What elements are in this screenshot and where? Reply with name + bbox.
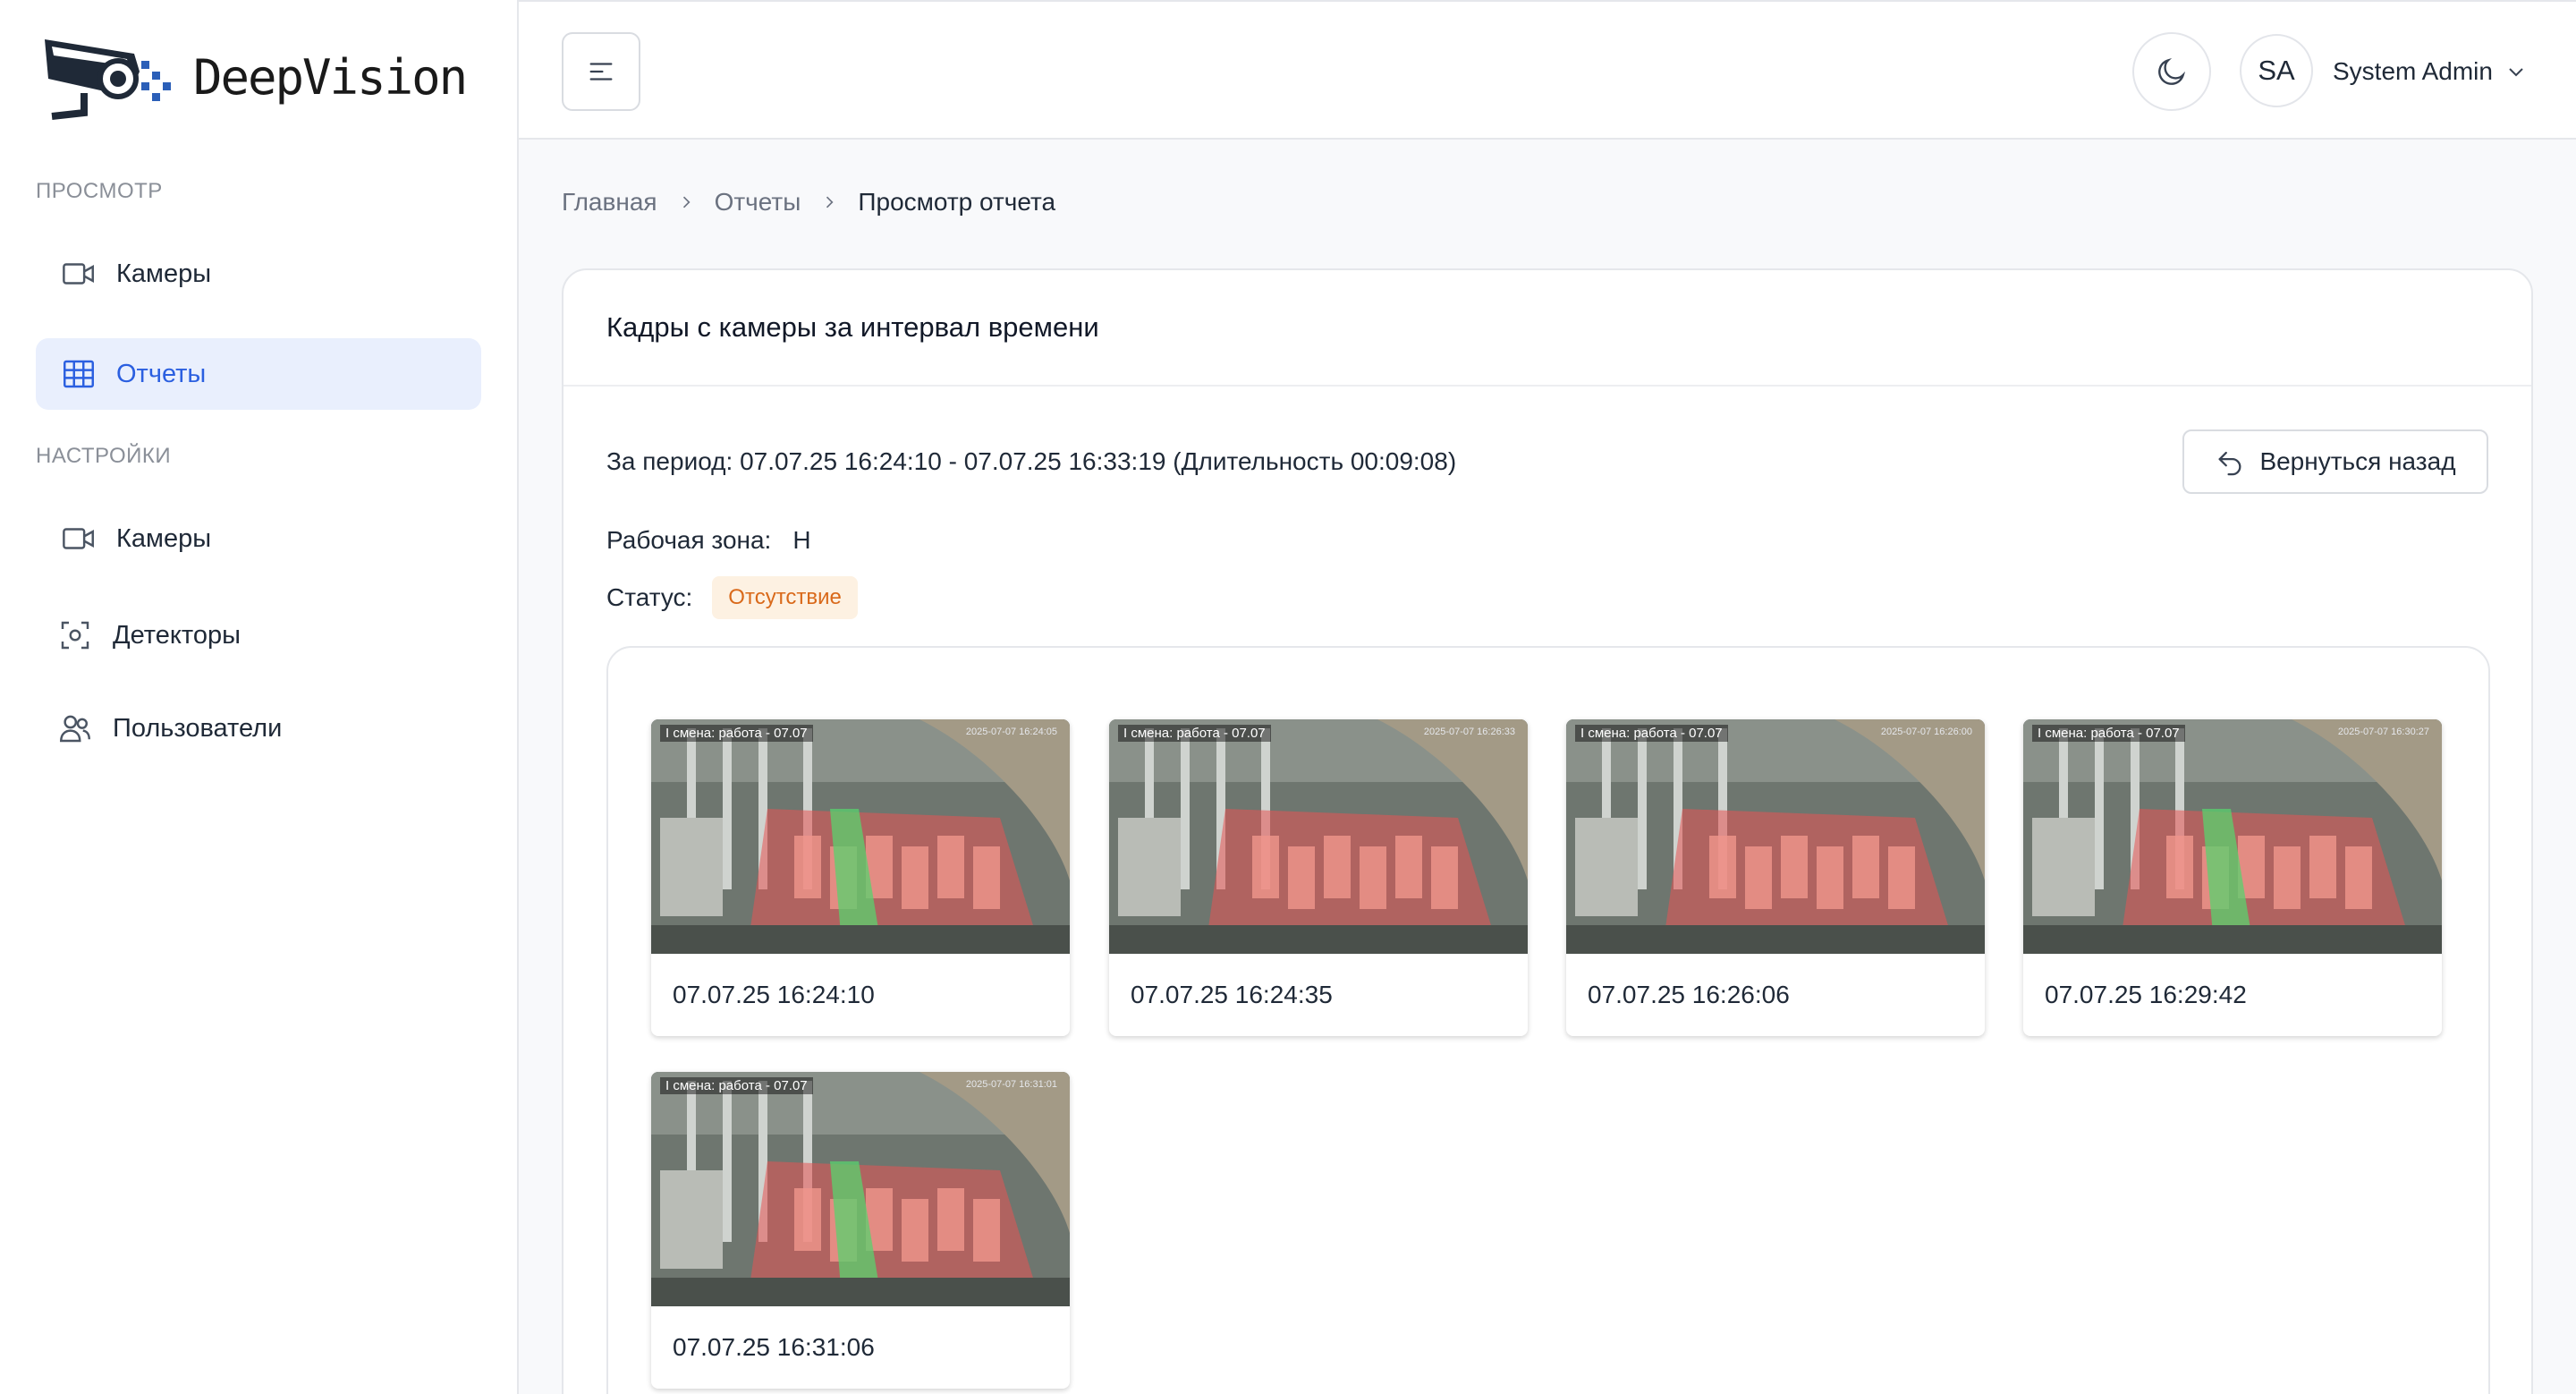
back-button-label: Вернуться назад — [2259, 447, 2456, 475]
frame-card[interactable]: I смена: работа - 07.07 2025-07-07 16:30… — [2023, 719, 2442, 1036]
work-zone-label: Рабочая зона: — [606, 526, 772, 554]
user-name: System Admin — [2333, 57, 2493, 85]
report-card: Кадры с камеры за интервал времени За пе… — [562, 268, 2533, 1394]
video-camera-icon — [59, 519, 98, 558]
moon-icon — [2158, 57, 2186, 85]
top-header: SA System Admin — [519, 0, 2576, 140]
breadcrumb-reports[interactable]: Отчеты — [715, 188, 801, 217]
status-label: Статус: — [606, 583, 693, 611]
video-camera-icon — [59, 254, 98, 293]
menu-icon — [589, 63, 613, 81]
report-period: За период: 07.07.25 16:24:10 - 07.07.25 … — [606, 447, 1457, 475]
sidebar-item-label: Детекторы — [113, 620, 241, 650]
sidebar-item-detectors[interactable]: Детекторы — [36, 599, 481, 671]
sidebar-item-label: Отчеты — [116, 359, 207, 388]
frame-card[interactable]: I смена: работа - 07.07 2025-07-07 16:24… — [651, 719, 1070, 1036]
status-badge: Отсутствие — [712, 576, 858, 619]
sidebar-item-label: Камеры — [116, 259, 212, 288]
report-title: Кадры с камеры за интервал времени — [564, 270, 2531, 387]
frame-card[interactable]: I смена: работа - 07.07 2025-07-07 16:26… — [1109, 719, 1528, 1036]
frame-overlay-timestamp: 2025-07-07 16:24:05 — [965, 727, 1057, 737]
chevron-right-icon — [820, 193, 838, 211]
frame-overlay-title: I смена: работа - 07.07 — [1575, 725, 1728, 742]
frame-timestamp: 07.07.25 16:24:35 — [1131, 981, 1333, 1008]
sidebar-item-cameras-view[interactable]: Камеры — [36, 238, 481, 310]
app-logo[interactable]: DeepVision — [39, 25, 468, 129]
breadcrumb-current: Просмотр отчета — [858, 188, 1056, 216]
app-name: DeepVision — [193, 48, 468, 106]
frame-card[interactable]: I смена: работа - 07.07 2025-07-07 16:31… — [651, 1072, 1070, 1389]
table-icon — [59, 354, 98, 394]
frame-timestamp: 07.07.25 16:31:06 — [673, 1333, 875, 1361]
camera-frame-image: I смена: работа - 07.07 2025-07-07 16:30… — [2023, 719, 2442, 954]
frame-overlay-timestamp: 2025-07-07 16:26:00 — [1880, 727, 1972, 737]
users-icon — [55, 709, 95, 748]
sidebar-item-users[interactable]: Пользователи — [36, 693, 481, 764]
avatar[interactable]: SA — [2240, 34, 2313, 107]
focus-icon — [55, 616, 95, 655]
frame-timestamp: 07.07.25 16:29:42 — [2045, 981, 2247, 1008]
frame-overlay-title: I смена: работа - 07.07 — [2032, 725, 2185, 742]
breadcrumb-home[interactable]: Главная — [562, 188, 657, 217]
frame-overlay-title: I смена: работа - 07.07 — [660, 725, 813, 742]
sidebar-item-label: Камеры — [116, 523, 212, 553]
chevron-right-icon — [677, 193, 695, 211]
theme-toggle-button[interactable] — [2132, 32, 2211, 111]
camera-frame-image: I смена: работа - 07.07 2025-07-07 16:31… — [651, 1072, 1070, 1306]
frame-timestamp: 07.07.25 16:24:10 — [673, 981, 875, 1008]
camera-frame-image: I смена: работа - 07.07 2025-07-07 16:24… — [651, 719, 1070, 954]
menu-toggle-button[interactable] — [562, 32, 640, 111]
back-button[interactable]: Вернуться назад — [2182, 429, 2488, 494]
chevron-down-icon — [2509, 68, 2523, 77]
camera-frame-image: I смена: работа - 07.07 2025-07-07 16:26… — [1109, 719, 1528, 954]
status-row: Статус: Отсутствие — [606, 576, 858, 619]
section-title-view: ПРОСМОТР — [36, 179, 163, 203]
frame-overlay-title: I смена: работа - 07.07 — [660, 1077, 813, 1094]
sidebar: DeepVision ПРОСМОТР Камеры Отчеты НАСТРО… — [0, 0, 519, 1394]
breadcrumb: Главная Отчеты Просмотр отчета — [562, 188, 1055, 217]
frame-card[interactable]: I смена: работа - 07.07 2025-07-07 16:26… — [1566, 719, 1985, 1036]
frame-timestamp: 07.07.25 16:26:06 — [1588, 981, 1790, 1008]
sidebar-item-cameras-settings[interactable]: Камеры — [36, 503, 481, 574]
frame-overlay-timestamp: 2025-07-07 16:26:33 — [1423, 727, 1515, 737]
user-menu[interactable]: System Admin — [2333, 50, 2527, 93]
sidebar-item-label: Пользователи — [113, 713, 283, 743]
work-zone: Рабочая зона: Н — [606, 526, 811, 555]
section-title-settings: НАСТРОЙКИ — [36, 444, 172, 468]
frames-grid: I смена: работа - 07.07 2025-07-07 16:24… — [606, 646, 2490, 1394]
sidebar-item-reports[interactable]: Отчеты — [36, 338, 481, 410]
frame-overlay-title: I смена: работа - 07.07 — [1118, 725, 1271, 742]
camera-frame-image: I смена: работа - 07.07 2025-07-07 16:26… — [1566, 719, 1985, 954]
work-zone-value: Н — [792, 526, 811, 554]
frame-overlay-timestamp: 2025-07-07 16:31:01 — [965, 1079, 1057, 1090]
frame-overlay-timestamp: 2025-07-07 16:30:27 — [2337, 727, 2429, 737]
undo-icon — [2218, 451, 2241, 476]
security-camera-icon — [45, 39, 171, 120]
